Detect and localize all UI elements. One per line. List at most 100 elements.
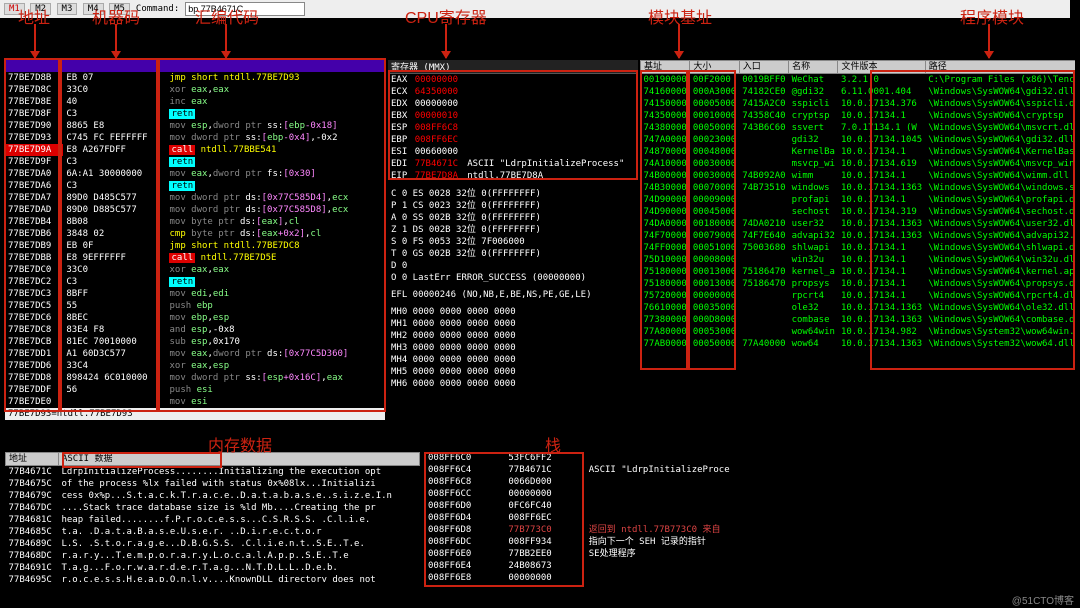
mod-header[interactable]: 入口 [739, 61, 788, 74]
mod-cell[interactable]: 75003680 [739, 242, 788, 254]
mod-cell[interactable]: \Windows\SysWOW64\win32u.dll [925, 254, 1075, 266]
mod-cell[interactable]: sspicli [789, 98, 838, 110]
modules-pane[interactable]: 基址大小入口名称文件版本路径0019000000F20000019BFF0WeC… [640, 60, 1075, 420]
disasm-addr[interactable]: 77BE7D8B [5, 72, 63, 84]
mod-cell[interactable]: KernelBa [789, 146, 838, 158]
dump-addr[interactable]: 77B4675C [6, 478, 59, 490]
mod-cell[interactable]: 74358C40 [739, 110, 788, 122]
mod-cell[interactable]: 74F7E640 [739, 230, 788, 242]
stack-val[interactable]: 008FF934 [505, 536, 585, 548]
stack-addr[interactable]: 008FF6C4 [425, 464, 505, 476]
mod-cell[interactable]: rpcrt4 [789, 290, 838, 302]
mod-cell[interactable]: \Windows\SysWOW64\user32.dll [925, 218, 1075, 230]
dump-addr[interactable]: 77B4685C [6, 526, 59, 538]
mod-cell[interactable]: advapi32 [789, 230, 838, 242]
mod-cell[interactable]: 00051000 [690, 242, 739, 254]
mod-cell[interactable]: 10.0.17134.1045 [838, 134, 925, 146]
mod-cell[interactable]: 77A40000 [739, 338, 788, 350]
mod-cell[interactable]: \Windows\SysWOW64\sechost.dll [925, 206, 1075, 218]
mod-cell[interactable]: 00048000 [690, 146, 739, 158]
mod-cell[interactable]: 76610000 [641, 302, 690, 314]
disasm-addr[interactable]: 77BE7D9F [5, 156, 63, 168]
stack-val[interactable]: 0FC6FC40 [505, 500, 585, 512]
mod-cell[interactable]: 00013000 [690, 266, 739, 278]
mod-cell[interactable]: \Windows\SysWOW64\msvcp_win.dll [925, 158, 1075, 170]
mod-cell[interactable] [739, 158, 788, 170]
stack-addr[interactable]: 008FF6D0 [425, 500, 505, 512]
mod-cell[interactable]: 75180000 [641, 266, 690, 278]
stack-addr[interactable]: 008FF6E4 [425, 560, 505, 572]
mod-cell[interactable]: \Windows\SysWOW64\kernel.appcore.dll [925, 266, 1075, 278]
mod-cell[interactable]: 74B00000 [641, 170, 690, 182]
disasm-addr[interactable]: 77BE7DC2 [5, 276, 63, 288]
stack-addr[interactable]: 008FF6D4 [425, 512, 505, 524]
mod-cell[interactable]: win32u [789, 254, 838, 266]
disasm-addr[interactable]: 77BE7DD8 [5, 372, 63, 384]
mod-cell[interactable]: sechost [789, 206, 838, 218]
disasm-addr[interactable]: 77BE7DB9 [5, 240, 63, 252]
mod-cell[interactable]: gdi32 [789, 134, 838, 146]
mod-cell[interactable]: 00050000 [690, 338, 739, 350]
mod-header[interactable]: 路径 [925, 61, 1075, 74]
reg-value[interactable]: 00000000 [412, 98, 465, 110]
mod-cell[interactable]: 74B30000 [641, 182, 690, 194]
mod-header[interactable]: 文件版本 [838, 61, 925, 74]
mod-cell[interactable]: \Windows\SysWOW64\gdi32.dll [925, 86, 1075, 98]
disasm-addr[interactable]: 77BE7DAD [5, 204, 63, 216]
memory-dump-pane[interactable]: 地址ASCII 数据77B4671CLdrpInitializeProcess.… [5, 452, 420, 582]
mod-cell[interactable]: 10.0.17134.1 [838, 266, 925, 278]
thread-button[interactable]: M3 [57, 3, 78, 15]
dump-addr[interactable]: 77B467DC [6, 502, 59, 514]
reg-value[interactable]: 77BE7D8A [412, 170, 465, 182]
mod-cell[interactable]: 74FF0000 [641, 242, 690, 254]
mod-cell[interactable]: 74160000 [641, 86, 690, 98]
mod-cell[interactable]: 75186470 [739, 278, 788, 290]
mod-cell[interactable]: 0019BFF0 [739, 74, 788, 87]
disasm-addr[interactable]: 77BE7DC3 [5, 288, 63, 300]
stack-addr[interactable]: 008FF6C0 [425, 452, 505, 464]
disasm-addr[interactable]: 77BE7DA7 [5, 192, 63, 204]
mod-cell[interactable]: 10.0.17134.1 [838, 242, 925, 254]
mod-cell[interactable]: 10.0.17134.1 [838, 170, 925, 182]
mod-cell[interactable] [739, 194, 788, 206]
stack-val[interactable]: 77BB2EE0 [505, 548, 585, 560]
mod-cell[interactable]: windows [789, 182, 838, 194]
mod-cell[interactable]: ssvert [789, 122, 838, 134]
mod-cell[interactable]: 747A0000 [641, 134, 690, 146]
disasm-addr[interactable]: 77BE7DC8 [5, 324, 63, 336]
mod-cell[interactable]: 00013000 [690, 278, 739, 290]
mod-cell[interactable]: 10.0.17134.1363 [838, 230, 925, 242]
mod-cell[interactable]: propsys [789, 278, 838, 290]
mod-cell[interactable]: \Windows\System32\wow64win.dll [925, 326, 1075, 338]
disasm-addr[interactable]: 77BE7DCB [5, 336, 63, 348]
dump-addr[interactable]: 77B4695C [6, 574, 59, 582]
mod-cell[interactable]: 10.0.17134.1363 [838, 338, 925, 350]
mod-cell[interactable]: 00079000 [690, 230, 739, 242]
mod-cell[interactable]: 74B73510 [739, 182, 788, 194]
mod-cell[interactable]: 7415A2C0 [739, 98, 788, 110]
mod-cell[interactable]: 00009000 [690, 194, 739, 206]
disasm-addr[interactable]: 77BE7DD1 [5, 348, 63, 360]
disassembly-pane[interactable]: 77BE7D8B EB 07 jmp short ntdll.77BE7D937… [5, 60, 385, 420]
mod-cell[interactable]: @gdi32 [789, 86, 838, 98]
mod-cell[interactable]: \Windows\SysWOW64\rpcrt4.dll [925, 290, 1075, 302]
reg-value[interactable]: 008FF6EC [412, 134, 465, 146]
mod-cell[interactable]: \Windows\SysWOW64\windows.storage.dll [925, 182, 1075, 194]
mod-cell[interactable]: 74D90000 [641, 206, 690, 218]
mod-cell[interactable]: 77380000 [641, 314, 690, 326]
mod-cell[interactable]: 10.0.17134.1363 [838, 314, 925, 326]
mod-cell[interactable]: 74D90000 [641, 194, 690, 206]
mod-cell[interactable]: \Windows\SysWOW64\cryptsp [925, 110, 1075, 122]
mod-cell[interactable]: \Windows\SysWOW64\profapi.dll [925, 194, 1075, 206]
mod-cell[interactable]: wimm [789, 170, 838, 182]
mod-cell[interactable]: 3.2.1.0 [838, 74, 925, 87]
mod-cell[interactable]: user32 [789, 218, 838, 230]
mod-cell[interactable]: 75180000 [641, 278, 690, 290]
mod-cell[interactable]: 10.0.17134.1 [838, 254, 925, 266]
mod-cell[interactable]: \Windows\SysWOW64\shlwapi.dll [925, 242, 1075, 254]
disasm-addr[interactable]: 77BE7DC5 [5, 300, 63, 312]
stack-val[interactable]: 77B4671C [505, 464, 585, 476]
dump-addr[interactable]: 77B4681C [6, 514, 59, 526]
mod-cell[interactable]: 10.0.17134.376 [838, 98, 925, 110]
mod-cell[interactable]: 10.0.17134.982 [838, 326, 925, 338]
